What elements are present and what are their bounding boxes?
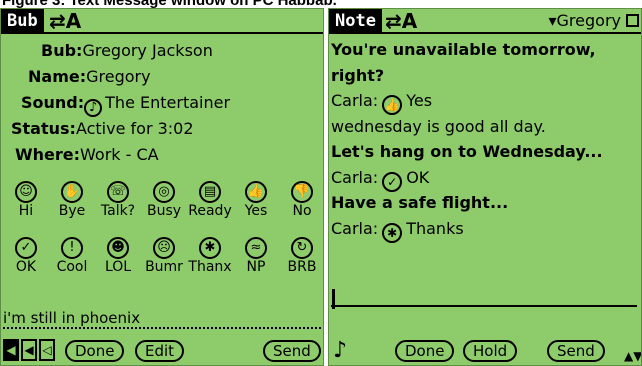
emote-label: Cool (56, 259, 88, 275)
emote-icon: ✱ (199, 237, 221, 259)
bub-button-bar: ◀ ◀ ◁ Done Edit Send (1, 335, 323, 365)
message-line: Carla: ✓ OK (331, 167, 429, 192)
emote-icon: ≈ (245, 237, 267, 259)
emote-icon: 👎 (291, 181, 313, 203)
emote-np-button[interactable]: ≈ NP (233, 237, 279, 275)
done-button[interactable]: Done (395, 340, 455, 362)
message-line: right? (331, 65, 385, 85)
emote-label: Ready (188, 203, 232, 219)
emote-label: Talk? (100, 203, 136, 219)
window-box-icon[interactable] (626, 14, 639, 27)
volume-right-icon[interactable]: ◁ (39, 339, 55, 361)
sound-value[interactable]: The Entertainer (105, 93, 230, 112)
send-button[interactable]: Send (263, 340, 321, 362)
emote-cool-button[interactable]: ! Cool (49, 237, 95, 275)
note-tab[interactable]: Note (329, 9, 382, 33)
emote-label: Bye (58, 203, 86, 219)
name-field: Name:Gregory (28, 67, 151, 86)
note-button-bar: ♪ Done Hold Send ▲▼ (329, 335, 641, 365)
emote-label: Thanx (188, 259, 232, 275)
emote-icon: ✓ (15, 237, 37, 259)
note-title-bar: Note ⇄A ▾Gregory (329, 9, 641, 34)
note-screen: Note ⇄A ▾Gregory You're unavailable tomo… (328, 8, 642, 366)
message-line: Carla: ✱ Thanks (331, 218, 464, 243)
emote-ok-button[interactable]: ✓ OK (3, 237, 49, 275)
emote-icon: ☏ (107, 181, 129, 203)
emote-thanx-button[interactable]: ✱ Thanx (187, 237, 233, 275)
emote-icon: ✋ (61, 181, 83, 203)
title-rule (329, 32, 641, 34)
emote-lol-button[interactable]: ☻ LOL (95, 237, 141, 275)
emote-bumr-button[interactable]: ☹ Bumr (141, 237, 187, 275)
bub-screen: Bub ⇄A Bub:Gregory Jackson Name:Gregory … (0, 8, 324, 366)
emote-icon: ☹ (153, 237, 175, 259)
bub-title-bar: Bub ⇄A (1, 9, 323, 34)
done-button[interactable]: Done (65, 340, 125, 362)
emote-icon: ! (61, 237, 83, 259)
emote-no-button[interactable]: 👎 No (279, 181, 323, 219)
emote-label: OK (15, 259, 37, 275)
send-button[interactable]: Send (547, 340, 605, 362)
emote-label: LOL (104, 259, 132, 275)
sync-icon[interactable]: ⇄A (49, 9, 81, 33)
where-value: Work - CA (80, 145, 159, 164)
sound-field: Sound: ♪ The Entertainer (21, 93, 231, 117)
emote-icon: ▤ (199, 181, 221, 203)
volume-left-icon[interactable]: ◀ (21, 339, 37, 361)
speaker-icon[interactable]: ◀ (3, 339, 19, 361)
message-line: Have a safe flight... (331, 193, 509, 212)
emote-icon: ✓ (382, 171, 403, 192)
emote-icon: ◎ (153, 181, 175, 203)
emote-busy-button[interactable]: ◎ Busy (141, 181, 187, 219)
emote-brb-button[interactable]: ↻ BRB (279, 237, 323, 275)
message-input[interactable]: i'm still in phoenix (3, 309, 321, 329)
message-line: You're unavailable tomorrow, (331, 40, 596, 59)
edit-button[interactable]: Edit (135, 340, 185, 362)
music-note-icon[interactable]: ♪ (84, 99, 103, 117)
music-note-icon[interactable]: ♪ (333, 339, 347, 363)
recipient-dropdown[interactable]: ▾Gregory (549, 9, 622, 33)
status-field: Status:Active for 3:02 (11, 119, 194, 138)
sync-icon[interactable]: ⇄A (385, 9, 417, 33)
where-field: Where:Work - CA (15, 145, 159, 164)
emote-hi-button[interactable]: ☺ Hi (3, 181, 49, 219)
emote-label: NP (246, 259, 266, 275)
emote-icon: 👍 (382, 95, 403, 115)
emote-icon: ↻ (291, 237, 313, 259)
reply-input[interactable] (331, 305, 637, 307)
emote-icon: ✱ (382, 222, 403, 243)
scroll-arrows-icon[interactable]: ▲▼ (624, 350, 641, 362)
emote-ready-button[interactable]: ▤ Ready (187, 181, 233, 219)
emote-icon: 👍 (245, 181, 267, 203)
status-value: Active for 3:02 (75, 119, 194, 138)
message-line: wednesday is good all day. (331, 116, 546, 136)
emote-label: Yes (244, 203, 268, 219)
figure-caption: Figure 3: Text Message window on PC Habb… (2, 0, 642, 8)
name-value: Gregory (86, 67, 151, 86)
emote-label: Bumr (145, 259, 183, 275)
bub-tab[interactable]: Bub (1, 9, 44, 33)
hold-button[interactable]: Hold (463, 340, 518, 362)
emote-label: BRB (287, 259, 317, 275)
message-line: Carla: 👍 Yes (331, 90, 432, 115)
message-line: Let's hang on to Wednesday... (331, 142, 603, 161)
emote-bye-button[interactable]: ✋ Bye (49, 181, 95, 219)
title-rule (1, 32, 323, 34)
emote-icon: ☻ (107, 237, 129, 259)
emote-label: No (292, 203, 312, 219)
emote-yes-button[interactable]: 👍 Yes (233, 181, 279, 219)
bub-field: Bub:Gregory Jackson (41, 41, 213, 60)
emote-talk-button[interactable]: ☏ Talk? (95, 181, 141, 219)
bub-value: Gregory Jackson (82, 41, 213, 60)
emote-label: Hi (18, 203, 34, 219)
emote-label: Busy (146, 203, 182, 219)
emote-icon: ☺ (15, 181, 37, 203)
